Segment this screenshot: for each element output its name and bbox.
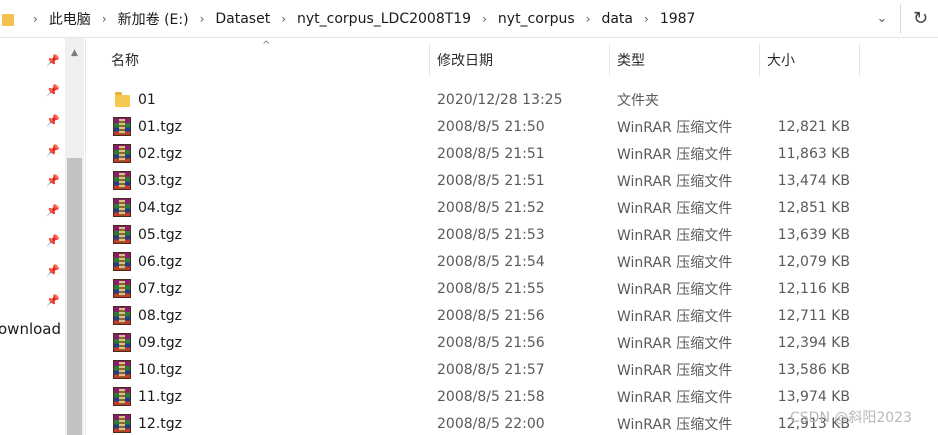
file-row[interactable]: 02.tgz 2008/8/5 21:51 WinRAR 压缩文件 11,863 KB (86, 140, 938, 167)
file-size: 13,586 KB (777, 361, 850, 378)
file-row[interactable]: 10.tgz 2008/8/5 21:57 WinRAR 压缩文件 13,586 KB (86, 356, 938, 383)
breadcrumb-separator-icon[interactable]: › (33, 12, 38, 26)
refresh-icon[interactable]: ↻ (903, 0, 938, 37)
column-divider[interactable] (609, 44, 610, 76)
file-size: 11,863 KB (777, 145, 850, 162)
address-bar[interactable]: › 此电脑 › 新加卷 (E:) › Dataset › nyt_corpus_LDC2008… (0, 0, 938, 38)
column-divider[interactable] (859, 44, 860, 76)
column-header-name[interactable]: 名称 (111, 44, 428, 76)
column-header-label: 大小 (767, 53, 795, 69)
address-divider (900, 4, 901, 34)
column-header-date[interactable]: 修改日期 (437, 44, 607, 76)
file-row[interactable]: 09.tgz 2008/8/5 21:56 WinRAR 压缩文件 12,394 KB (86, 329, 938, 356)
file-row[interactable]: 03.tgz 2008/8/5 21:51 WinRAR 压缩文件 13,474 KB (86, 167, 938, 194)
file-size: 13,639 KB (777, 226, 850, 243)
file-row[interactable]: 11.tgz 2008/8/5 21:58 WinRAR 压缩文件 13,974 KB (86, 383, 938, 410)
watermark: CSDN @斜阳2023 (790, 410, 912, 426)
file-size: 12,821 KB (777, 118, 850, 135)
breadcrumb-item[interactable]: 新加卷 (E:) (118, 9, 189, 29)
breadcrumb-separator-icon[interactable]: › (102, 12, 107, 26)
nav-item-download[interactable]: ownload (0, 320, 61, 338)
file-size: 12,079 KB (777, 253, 850, 270)
pin-icon[interactable]: 📌 (45, 293, 61, 309)
pin-icon[interactable]: 📌 (45, 53, 61, 69)
breadcrumb-item[interactable]: 1987 (660, 11, 696, 27)
pin-icon[interactable]: 📌 (45, 233, 61, 249)
breadcrumb: › 此电脑 › 新加卷 (E:) › Dataset › nyt_corpus_LDC2008… (0, 0, 870, 37)
folder-row[interactable]: 01 2020/12/28 13:25 文件夹 (86, 86, 938, 113)
column-header-label: 名称 (111, 53, 139, 69)
column-divider[interactable] (429, 44, 430, 76)
file-size: 12,116 KB (777, 280, 850, 297)
folder-icon (2, 12, 14, 26)
column-header-type[interactable]: 类型 (617, 44, 757, 76)
file-row[interactable]: 05.tgz 2008/8/5 21:53 WinRAR 压缩文件 13,639 KB (86, 221, 938, 248)
file-size: 12,913 KB (777, 415, 850, 432)
breadcrumb-item[interactable]: nyt_corpus_LDC2008T19 (297, 11, 471, 27)
column-header-label: 类型 (617, 53, 645, 69)
column-header-label: 修改日期 (437, 53, 493, 69)
column-header-size[interactable]: 大小 (767, 44, 857, 76)
breadcrumb-separator-icon[interactable]: › (281, 12, 286, 26)
address-history-dropdown[interactable]: ⌄ (869, 0, 895, 37)
breadcrumb-separator-icon[interactable]: › (482, 12, 487, 26)
scroll-up-icon[interactable]: ▲ (65, 48, 84, 62)
breadcrumb-item[interactable]: 此电脑 (49, 9, 91, 29)
column-divider[interactable] (759, 44, 760, 76)
pin-icon[interactable]: 📌 (45, 143, 61, 159)
file-size: 12,711 KB (777, 307, 850, 324)
file-size: 13,474 KB (777, 172, 850, 189)
file-row[interactable]: 01.tgz 2008/8/5 21:50 WinRAR 压缩文件 12,821 KB (86, 113, 938, 140)
breadcrumb-separator-icon[interactable]: › (586, 12, 591, 26)
breadcrumb-separator-icon[interactable]: › (644, 12, 649, 26)
navigation-pane: 📌 📌 📌 📌 📌 📌 📌 📌 📌 ownload ▲ (0, 38, 86, 435)
scrollbar-thumb[interactable] (67, 158, 82, 435)
breadcrumb-item[interactable]: nyt_corpus (498, 11, 575, 27)
file-size: 12,851 KB (777, 199, 850, 216)
file-size: 12,394 KB (777, 334, 850, 351)
pin-icon[interactable]: 📌 (45, 83, 61, 99)
file-size: 13,974 KB (777, 388, 850, 405)
breadcrumb-separator-icon[interactable]: › (200, 12, 205, 26)
file-list: 01 2020/12/28 13:25 文件夹 01.tgz 2008/8/5 21:5… (86, 86, 938, 435)
pin-icon[interactable]: 📌 (45, 113, 61, 129)
file-row[interactable]: 04.tgz 2008/8/5 21:52 WinRAR 压缩文件 12,851 KB (86, 194, 938, 221)
pin-icon[interactable]: 📌 (45, 263, 61, 279)
breadcrumb-item[interactable]: Dataset (215, 11, 270, 27)
file-row[interactable]: 06.tgz 2008/8/5 21:54 WinRAR 压缩文件 12,079 KB (86, 248, 938, 275)
breadcrumb-item[interactable]: data (601, 11, 633, 27)
pin-icon[interactable]: 📌 (45, 203, 61, 219)
nav-scrollbar[interactable]: ▲ (65, 38, 84, 435)
file-row[interactable]: 08.tgz 2008/8/5 21:56 WinRAR 压缩文件 12,711 KB (86, 302, 938, 329)
file-row[interactable]: 07.tgz 2008/8/5 21:55 WinRAR 压缩文件 12,116 KB (86, 275, 938, 302)
pin-icon[interactable]: 📌 (45, 173, 61, 189)
file-size (86, 86, 850, 113)
